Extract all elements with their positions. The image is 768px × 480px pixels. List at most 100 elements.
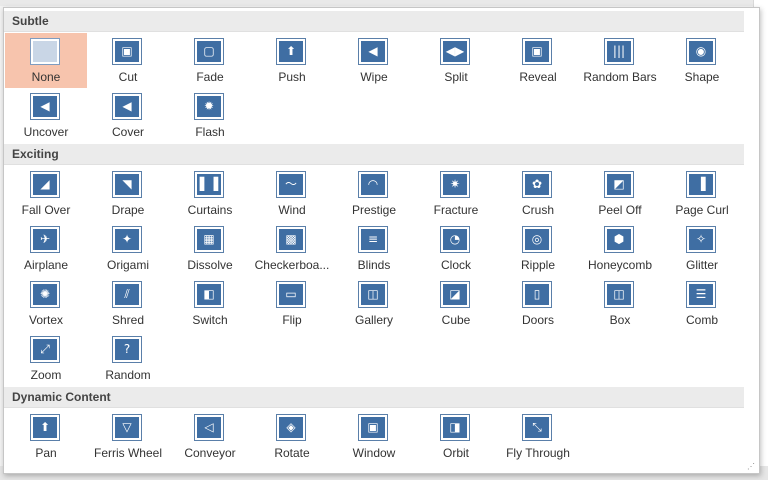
transition-flip[interactable]: ▭ Flip bbox=[251, 276, 333, 331]
transition-honeycomb[interactable]: ⬢ Honeycomb bbox=[579, 221, 661, 276]
fly-through-icon: ⤡ bbox=[522, 414, 552, 441]
icon-glyph bbox=[31, 39, 59, 64]
icon-glyph: ◪ bbox=[449, 287, 461, 301]
transition-random-bars[interactable]: ||| Random Bars bbox=[579, 33, 661, 88]
transition-label: Pan bbox=[35, 446, 57, 460]
transition-window[interactable]: ▣ Window bbox=[333, 409, 415, 464]
transition-gallery: ⋰ Subtle None ▣ Cut ▢ Fade ⬆ Push ◀ Wipe ◀▶ Split ▣ R… bbox=[3, 7, 760, 474]
transition-label: None bbox=[31, 70, 61, 84]
icon-glyph: ◀ bbox=[368, 44, 378, 58]
transition-label: Vortex bbox=[28, 313, 64, 327]
transition-crush[interactable]: ✿ Crush bbox=[497, 166, 579, 221]
rotate-icon: ◈ bbox=[276, 414, 306, 441]
transition-random[interactable]: ? Random bbox=[87, 331, 169, 386]
transition-label: Cut bbox=[118, 70, 138, 84]
transition-fly-through[interactable]: ⤡ Fly Through bbox=[497, 409, 579, 464]
split-icon: ◀▶ bbox=[440, 38, 470, 65]
icon-glyph: ⫽ bbox=[124, 287, 130, 301]
transition-label: Switch bbox=[192, 313, 228, 327]
transition-shape[interactable]: ◉ Shape bbox=[661, 33, 743, 88]
transition-label: Origami bbox=[106, 258, 149, 272]
conveyor-icon: ◁ bbox=[194, 414, 224, 441]
transition-dissolve[interactable]: ▦ Dissolve bbox=[169, 221, 251, 276]
section-header-dynamic-content: Dynamic Content bbox=[4, 387, 744, 408]
icon-glyph: ◀▶ bbox=[445, 44, 465, 58]
transition-prestige[interactable]: ◠ Prestige bbox=[333, 166, 415, 221]
transition-rotate[interactable]: ◈ Rotate bbox=[251, 409, 333, 464]
icon-glyph: ◠ bbox=[367, 177, 379, 191]
icon-glyph: ◉ bbox=[695, 44, 707, 58]
transition-drape[interactable]: ◥ Drape bbox=[87, 166, 169, 221]
icon-glyph: ✿ bbox=[531, 177, 543, 191]
airplane-icon: ✈ bbox=[30, 226, 60, 253]
gallery-icon: ◫ bbox=[358, 281, 388, 308]
transition-fracture[interactable]: ✷ Fracture bbox=[415, 166, 497, 221]
transition-airplane[interactable]: ✈ Airplane bbox=[5, 221, 87, 276]
transition-flash[interactable]: ✹ Flash bbox=[169, 88, 251, 143]
transition-none[interactable]: None bbox=[5, 33, 87, 88]
transition-label: Wind bbox=[278, 203, 306, 217]
transition-checkerboard[interactable]: ▩ Checkerboa... bbox=[251, 221, 333, 276]
transition-cube[interactable]: ◪ Cube bbox=[415, 276, 497, 331]
transition-fall-over[interactable]: ◢ Fall Over bbox=[5, 166, 87, 221]
icon-glyph: ✧ bbox=[695, 232, 707, 246]
transition-push[interactable]: ⬆ Push bbox=[251, 33, 333, 88]
background-window-top bbox=[0, 0, 768, 6]
transition-pan[interactable]: ⬆ Pan bbox=[5, 409, 87, 464]
transition-label: Ferris Wheel bbox=[93, 446, 162, 460]
transition-box[interactable]: ◫ Box bbox=[579, 276, 661, 331]
transition-origami[interactable]: ✦ Origami bbox=[87, 221, 169, 276]
transition-split[interactable]: ◀▶ Split bbox=[415, 33, 497, 88]
icon-glyph: ⬢ bbox=[613, 232, 625, 246]
transition-wipe[interactable]: ◀ Wipe bbox=[333, 33, 415, 88]
transition-vortex[interactable]: ✺ Vortex bbox=[5, 276, 87, 331]
resize-grip-icon[interactable]: ⋰ bbox=[747, 462, 756, 471]
icon-glyph: ◁ bbox=[204, 420, 214, 434]
transition-cover[interactable]: ◀ Cover bbox=[87, 88, 169, 143]
transition-fade[interactable]: ▢ Fade bbox=[169, 33, 251, 88]
icon-glyph: ◢ bbox=[40, 177, 50, 191]
transition-wind[interactable]: 〜 Wind bbox=[251, 166, 333, 221]
icon-glyph: ▐ bbox=[696, 177, 706, 191]
transition-blinds[interactable]: ≡ Blinds bbox=[333, 221, 415, 276]
transition-zoom[interactable]: ⤢ Zoom bbox=[5, 331, 87, 386]
transition-orbit[interactable]: ◨ Orbit bbox=[415, 409, 497, 464]
transition-peel-off[interactable]: ◩ Peel Off bbox=[579, 166, 661, 221]
transition-page-curl[interactable]: ▐ Page Curl bbox=[661, 166, 743, 221]
transition-uncover[interactable]: ◀ Uncover bbox=[5, 88, 87, 143]
transition-label: Rotate bbox=[274, 446, 310, 460]
transition-label: Page Curl bbox=[675, 203, 729, 217]
transition-label: Orbit bbox=[442, 446, 469, 460]
transition-doors[interactable]: ▯ Doors bbox=[497, 276, 579, 331]
fade-icon: ▢ bbox=[194, 38, 224, 65]
ripple-icon: ◎ bbox=[522, 226, 552, 253]
transition-label: Split bbox=[444, 70, 468, 84]
random-icon: ? bbox=[112, 336, 142, 363]
transition-curtains[interactable]: ▌▐ Curtains bbox=[169, 166, 251, 221]
transition-glitter[interactable]: ✧ Glitter bbox=[661, 221, 743, 276]
transition-gallery[interactable]: ◫ Gallery bbox=[333, 276, 415, 331]
transition-reveal[interactable]: ▣ Reveal bbox=[497, 33, 579, 88]
icon-glyph: ≡ bbox=[367, 232, 379, 246]
icon-glyph: ✹ bbox=[203, 99, 215, 113]
blinds-icon: ≡ bbox=[358, 226, 388, 253]
section-header-subtle: Subtle bbox=[4, 11, 744, 32]
transition-label: Ripple bbox=[520, 258, 556, 272]
orbit-icon: ◨ bbox=[440, 414, 470, 441]
transition-conveyor[interactable]: ◁ Conveyor bbox=[169, 409, 251, 464]
transition-comb[interactable]: ☰ Comb bbox=[661, 276, 743, 331]
icon-glyph: ✷ bbox=[449, 177, 461, 191]
transition-switch[interactable]: ◧ Switch bbox=[169, 276, 251, 331]
honeycomb-icon: ⬢ bbox=[604, 226, 634, 253]
doors-icon: ▯ bbox=[522, 281, 552, 308]
transition-label: Blinds bbox=[357, 258, 391, 272]
icon-glyph: ⤢ bbox=[40, 342, 50, 356]
transition-label: Gallery bbox=[354, 313, 393, 327]
transition-shred[interactable]: ⫽ Shred bbox=[87, 276, 169, 331]
transition-cut[interactable]: ▣ Cut bbox=[87, 33, 169, 88]
transition-label: Random Bars bbox=[583, 70, 657, 84]
transition-ferris-wheel[interactable]: ▽ Ferris Wheel bbox=[87, 409, 169, 464]
icon-glyph: ✦ bbox=[121, 232, 133, 246]
transition-ripple[interactable]: ◎ Ripple bbox=[497, 221, 579, 276]
transition-clock[interactable]: ◔ Clock bbox=[415, 221, 497, 276]
